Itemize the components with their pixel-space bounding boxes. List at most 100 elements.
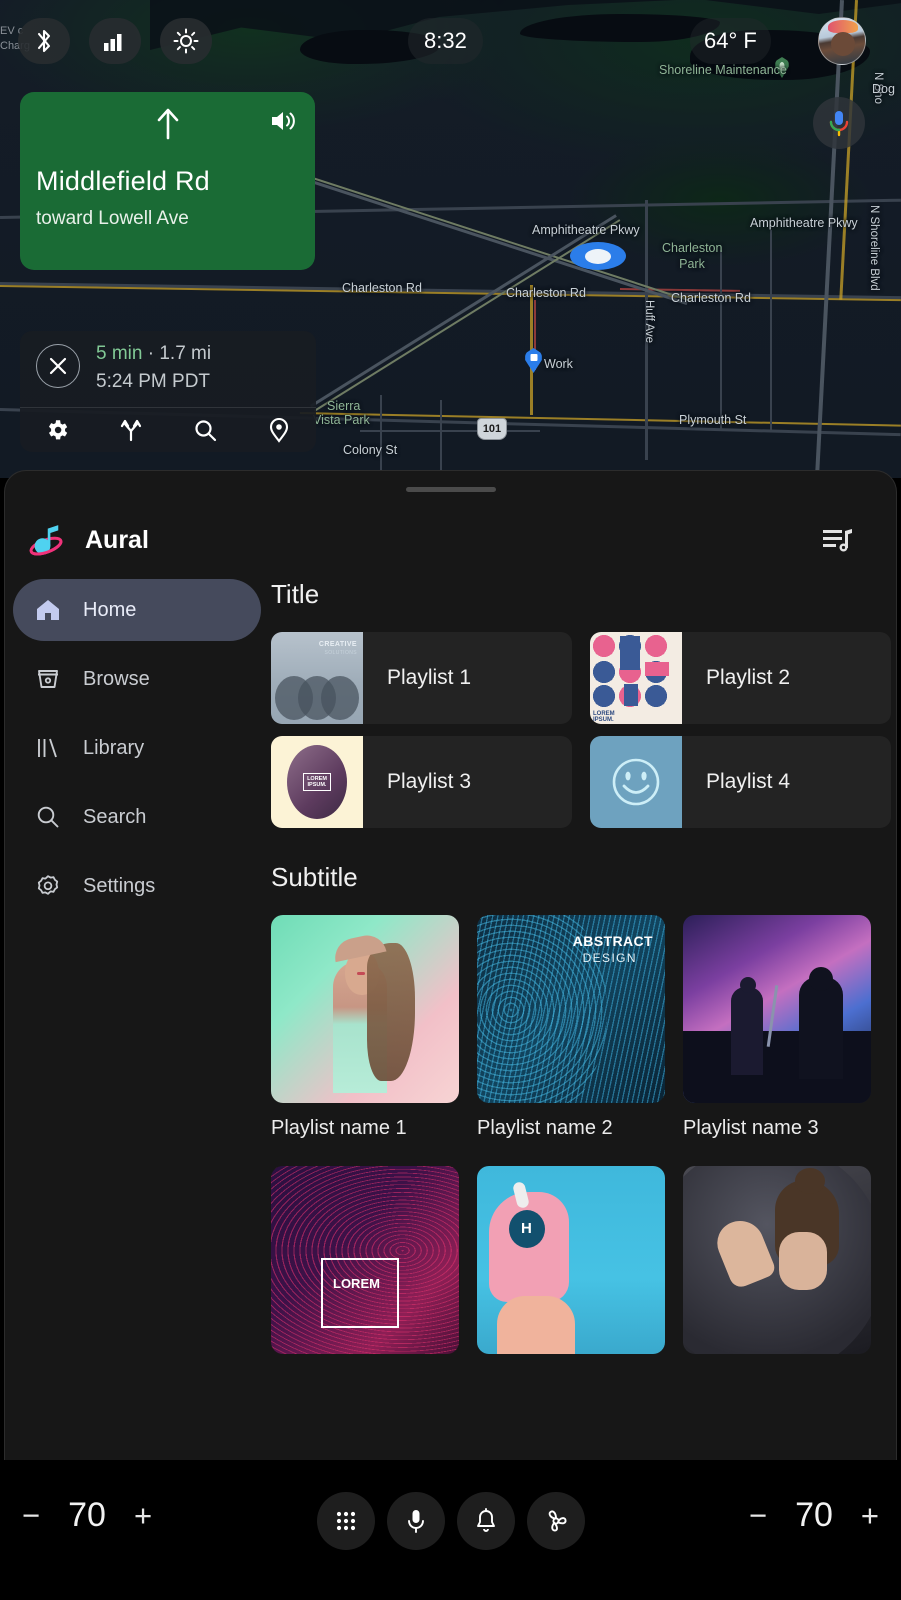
clock: 8:32 xyxy=(408,18,483,64)
album-tile[interactable] xyxy=(683,1166,871,1354)
navigation-card-icons xyxy=(20,92,315,148)
playlist-card[interactable]: LOREM IPSUM. Playlist 2 xyxy=(590,632,891,724)
eta-duration: 5 min xyxy=(96,343,143,364)
queue-music-icon xyxy=(823,529,852,552)
status-bar: EV c Charg 8:32 64° F xyxy=(0,0,901,82)
driver-temp-increase[interactable]: + xyxy=(134,1498,152,1534)
album-artwork: LOREM xyxy=(271,1166,459,1354)
driver-temp-decrease[interactable]: − xyxy=(22,1498,40,1534)
outside-temperature: 64° F xyxy=(690,18,771,64)
album-tile-label: Playlist name 2 xyxy=(477,1117,613,1139)
album-tile[interactable]: Playlist name 1 xyxy=(271,915,459,1140)
map-road xyxy=(770,230,772,430)
playlist-card-grid: CREATIVE SOLUTIONS Playlist 1 LOREM IPSU… xyxy=(271,632,891,828)
home-icon xyxy=(37,600,59,620)
album-tile[interactable]: LOREM xyxy=(271,1166,459,1354)
navigation-instruction-card[interactable]: Middlefield Rd toward Lowell Ave xyxy=(20,92,315,270)
playlist-artwork: CREATIVE SOLUTIONS xyxy=(271,632,363,724)
passenger-temp-decrease[interactable]: − xyxy=(749,1498,767,1534)
album-tile[interactable]: H xyxy=(477,1166,665,1354)
notification-bell-icon xyxy=(476,1508,495,1532)
apps-grid-button[interactable] xyxy=(316,1492,375,1550)
sidebar-item-browse[interactable]: Browse xyxy=(13,648,261,710)
sidebar-item-settings[interactable]: Settings xyxy=(13,855,261,917)
album-tile-grid-row1: Playlist name 1 ABSTRACT DESIGN Playlist… xyxy=(271,915,891,1140)
map-label-sierra: Sierra xyxy=(327,399,361,413)
map-label-charleston-rd-1: Charleston Rd xyxy=(342,281,422,295)
album-tile[interactable]: ABSTRACT DESIGN Playlist name 2 xyxy=(477,915,665,1140)
google-assistant-mic-icon xyxy=(829,111,849,137)
search-icon xyxy=(37,806,59,828)
playlist-artwork: LOREM IPSUM. xyxy=(271,736,363,828)
clock-label: 8:32 xyxy=(424,28,467,53)
panel-drag-handle[interactable] xyxy=(405,487,496,492)
artwork-subtext: SOLUTIONS xyxy=(324,650,357,656)
album-artwork xyxy=(683,1166,871,1354)
nav-places-button[interactable] xyxy=(242,417,316,443)
playlist-card[interactable]: CREATIVE SOLUTIONS Playlist 1 xyxy=(271,632,572,724)
map-road xyxy=(380,395,382,475)
map-label-amphitheatre-pkwy-2: Amphitheatre Pkwy xyxy=(750,216,858,230)
map-label-vista-park: Vista Park xyxy=(313,413,370,427)
close-navigation-button[interactable] xyxy=(36,344,80,388)
album-artwork: ABSTRACT DESIGN xyxy=(477,915,665,1103)
album-tile-label: Playlist name 3 xyxy=(683,1117,819,1139)
system-bottom-bar: − 70 + − 70 + xyxy=(0,1460,901,1600)
assistant-mic-button[interactable] xyxy=(813,97,865,149)
settings-gear-icon xyxy=(48,420,68,440)
media-app-header: Aural xyxy=(25,519,149,561)
library-icon xyxy=(38,738,57,758)
nav-settings-button[interactable] xyxy=(20,417,94,443)
alternate-routes-button[interactable] xyxy=(94,417,168,443)
fan-icon xyxy=(548,1510,566,1532)
map-label-huff-ave: Huff Ave xyxy=(643,300,655,344)
sidebar-item-label: Search xyxy=(83,805,147,828)
map-label-plymouth-st: Plymouth St xyxy=(679,413,747,427)
fan-button[interactable] xyxy=(526,1492,585,1550)
alternate-routes-icon xyxy=(120,419,142,442)
queue-button[interactable] xyxy=(822,526,854,559)
search-icon xyxy=(194,419,216,441)
map-label-charleston-park: Charleston Park xyxy=(662,241,723,271)
passenger-climate-control: − 70 + xyxy=(749,1496,879,1535)
eta-card: 5 min · 1.7 mi 5:24 PM PDT xyxy=(20,331,316,452)
section-heading-subtitle: Subtitle xyxy=(271,862,358,892)
volume-on-icon[interactable] xyxy=(269,108,297,134)
album-tile[interactable]: Playlist name 3 xyxy=(683,915,871,1140)
eta-arrival-time: 5:24 PM PDT xyxy=(96,371,211,392)
sidebar-item-label: Settings xyxy=(83,874,156,897)
eta-separator: · xyxy=(142,343,160,364)
bluetooth-button[interactable] xyxy=(18,18,70,64)
brightness-button[interactable] xyxy=(160,18,212,64)
artwork-text: CREATIVE xyxy=(318,641,357,648)
map-label-work: Work xyxy=(544,357,573,371)
notification-button[interactable] xyxy=(456,1492,515,1550)
playlist-card[interactable]: Playlist 4 xyxy=(590,736,891,828)
microphone-icon xyxy=(407,1510,424,1533)
playlist-card-label: Playlist 2 xyxy=(706,666,791,689)
nav-search-button[interactable] xyxy=(168,418,242,443)
artwork-subtext: DESIGN xyxy=(582,951,637,965)
map-label-colony-st: Colony St xyxy=(343,443,398,457)
bottom-bar-icons xyxy=(316,1492,585,1550)
sidebar-item-home[interactable]: Home xyxy=(13,579,261,641)
profile-avatar[interactable] xyxy=(818,17,866,65)
artwork-text: H xyxy=(521,1220,532,1237)
media-sidebar: Home Browse Library Search Settings xyxy=(13,579,261,924)
brightness-icon xyxy=(173,28,199,54)
sidebar-item-search[interactable]: Search xyxy=(13,786,261,848)
map-area[interactable]: 101 Shoreline Maintenance Amphitheatre P… xyxy=(0,0,901,478)
current-location-marker xyxy=(570,242,626,270)
sidebar-item-library[interactable]: Library xyxy=(13,717,261,779)
artwork-text: LOREM xyxy=(333,1276,380,1291)
highway-shield-101: 101 xyxy=(477,418,507,440)
media-app-name: Aural xyxy=(85,525,149,554)
playlist-card[interactable]: LOREM IPSUM. Playlist 3 xyxy=(271,736,572,828)
passenger-temp-increase[interactable]: + xyxy=(861,1498,879,1534)
signal-button[interactable] xyxy=(89,18,141,64)
microphone-button[interactable] xyxy=(386,1492,445,1550)
map-road xyxy=(360,430,540,432)
browse-icon xyxy=(38,670,58,688)
passenger-temp-value: 70 xyxy=(795,1496,833,1534)
signal-bars-icon xyxy=(104,34,122,51)
